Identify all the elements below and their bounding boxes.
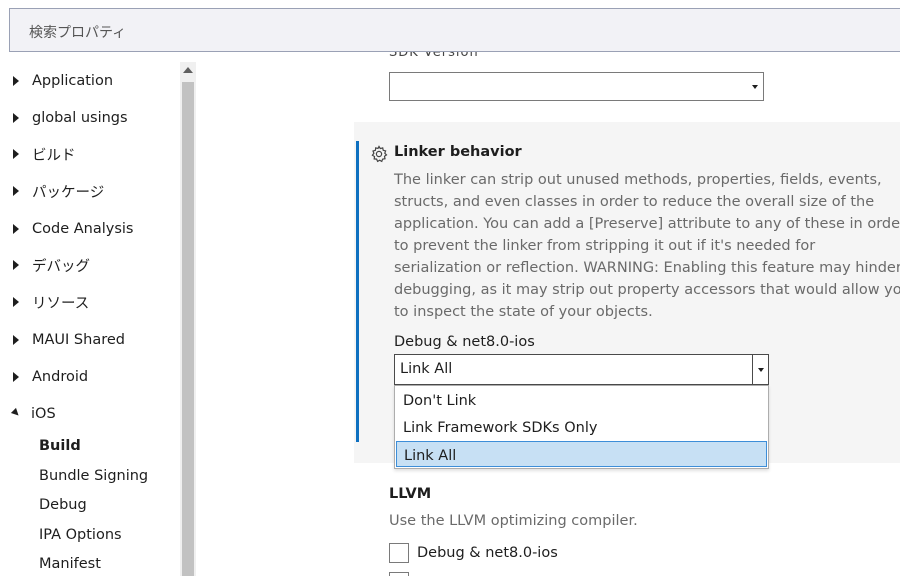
description-line: The linker can strip out unused methods,… [394, 172, 882, 188]
expand-arrow-icon [13, 224, 19, 234]
nav-item-code-analysis[interactable]: Code Analysis [10, 218, 133, 240]
nav-item-maui-shared[interactable]: MAUI Shared [10, 329, 125, 351]
expand-arrow-icon [13, 260, 19, 270]
llvm-next-checkbox[interactable] [389, 572, 409, 576]
nav-item-label: Application [32, 73, 114, 89]
llvm-title: LLVM [389, 486, 432, 502]
llvm-checkbox-label: Debug & net8.0-ios [417, 545, 558, 561]
nav-item-android[interactable]: Android [10, 366, 88, 388]
option-link-all[interactable]: Link All [396, 441, 767, 467]
expand-arrow-icon [13, 372, 19, 382]
nav-subitem-ios-debug[interactable]: Debug [39, 497, 87, 513]
gear-icon [371, 145, 388, 163]
nav-item-global-usings[interactable]: global usings [10, 107, 128, 129]
nav-subitem-manifest[interactable]: Manifest [39, 556, 101, 572]
nav-item-debug[interactable]: デバッグ [10, 254, 90, 276]
description-line: application. You can add a [Preserve] at… [394, 216, 900, 232]
chevron-down-icon [758, 368, 764, 372]
expand-arrow-icon [13, 297, 19, 307]
nav-item-label: デバッグ [32, 258, 90, 275]
dropdown-toggle-button[interactable] [752, 355, 768, 384]
option-link-framework-sdks-only[interactable]: Link Framework SDKs Only [396, 414, 767, 440]
scroll-up-arrow-icon[interactable] [183, 67, 193, 73]
nav-item-resources[interactable]: リソース [10, 291, 89, 313]
nav-subitem-ios-build[interactable]: Build [39, 438, 81, 454]
llvm-debug-checkbox[interactable] [389, 543, 409, 563]
property-nav-tree: Application global usings ビルド パッケージ Code… [0, 62, 176, 576]
cut-off-section-label: SDK Version [389, 52, 479, 60]
expand-arrow-icon [13, 113, 19, 123]
description-line: to prevent the linker from stripping it … [394, 238, 816, 254]
nav-item-package[interactable]: パッケージ [10, 180, 104, 202]
linker-options-list: Don't Link Link Framework SDKs Only Link… [394, 385, 769, 469]
nav-item-label: Code Analysis [32, 221, 134, 237]
nav-item-label: global usings [32, 110, 128, 126]
option-dont-link[interactable]: Don't Link [396, 387, 767, 413]
description-line: serialization or reflection. WARNING: En… [394, 260, 900, 276]
expand-arrow-icon [13, 149, 19, 159]
search-properties-input[interactable]: 検索プロパティ [9, 8, 900, 52]
nav-item-label: リソース [32, 295, 90, 312]
llvm-description: Use the LLVM optimizing compiler. [389, 513, 638, 529]
collapse-arrow-icon [10, 407, 22, 419]
scrollbar-thumb[interactable] [182, 82, 194, 576]
chevron-down-icon [752, 85, 758, 89]
expand-arrow-icon [13, 186, 19, 196]
panel-accent-bar [356, 141, 359, 442]
nav-scrollbar[interactable] [180, 62, 196, 576]
linker-config-label: Debug & net8.0-ios [394, 334, 535, 350]
nav-item-label: iOS [31, 406, 56, 422]
search-placeholder: 検索プロパティ [29, 25, 127, 41]
sdk-version-select[interactable] [389, 72, 764, 101]
nav-item-label: ビルド [32, 147, 76, 164]
nav-item-label: パッケージ [32, 184, 105, 201]
expand-arrow-icon [13, 76, 19, 86]
nav-item-label: Android [32, 369, 89, 385]
description-line: debugging, as it may strip out property … [394, 282, 900, 298]
nav-item-label: MAUI Shared [32, 332, 125, 348]
description-line: to inspect the state of your objects. [394, 304, 653, 320]
nav-item-application[interactable]: Application [10, 70, 113, 92]
linker-behavior-dropdown[interactable]: Link All [394, 354, 769, 385]
description-line: structs, and even classes in order to re… [394, 194, 875, 210]
nav-subitem-bundle-signing[interactable]: Bundle Signing [39, 468, 148, 484]
linker-selected-value: Link All [400, 361, 453, 377]
linker-behavior-title: Linker behavior [394, 144, 522, 160]
nav-item-ios[interactable]: iOS [10, 403, 56, 425]
expand-arrow-icon [13, 335, 19, 345]
nav-item-build[interactable]: ビルド [10, 143, 76, 165]
nav-subitem-ipa-options[interactable]: IPA Options [39, 527, 122, 543]
linker-behavior-description: The linker can strip out unused methods,… [394, 169, 900, 323]
